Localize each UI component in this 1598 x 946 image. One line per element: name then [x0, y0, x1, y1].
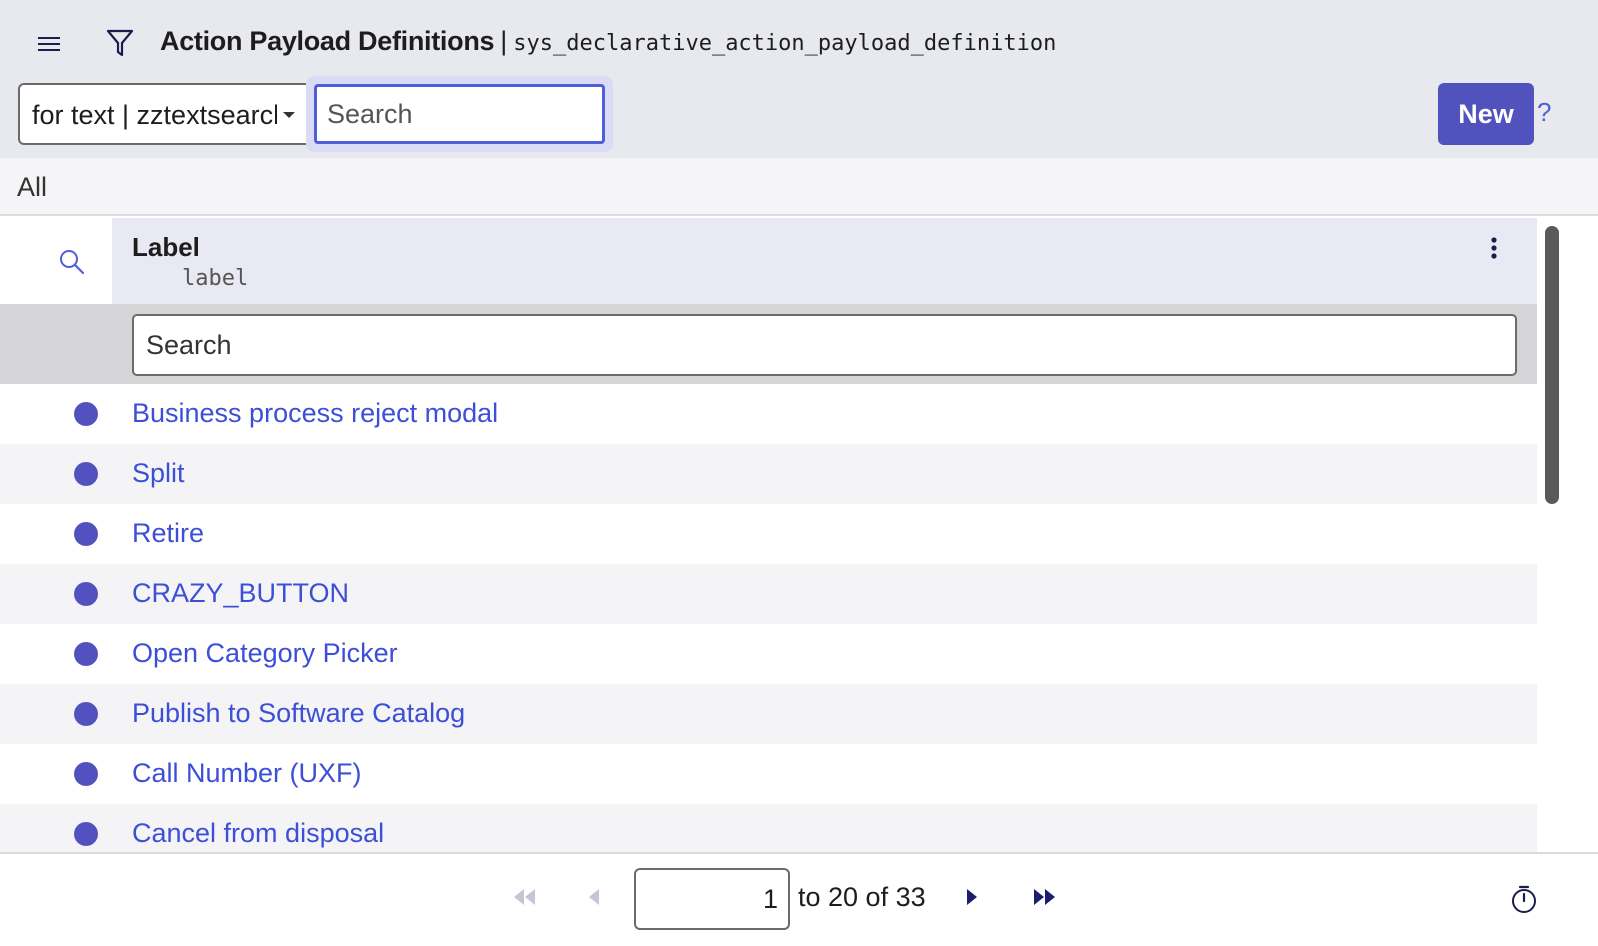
record-dot-icon[interactable]: [74, 762, 98, 786]
record-link[interactable]: Open Category Picker: [132, 638, 398, 669]
search-focus-ring: [306, 76, 613, 152]
breadcrumb-bar: All: [0, 158, 1598, 216]
chevron-left-icon[interactable]: [584, 886, 604, 908]
record-link[interactable]: Publish to Software Catalog: [132, 698, 465, 729]
column-header-row: Label label: [0, 218, 1537, 304]
new-button[interactable]: New: [1438, 83, 1534, 145]
record-dot-icon[interactable]: [74, 462, 98, 486]
record-dot-icon[interactable]: [74, 702, 98, 726]
stopwatch-icon[interactable]: [1508, 882, 1540, 916]
double-chevron-right-icon[interactable]: [1030, 886, 1060, 908]
table-row: CRAZY_BUTTON: [0, 564, 1537, 624]
record-dot-icon[interactable]: [74, 582, 98, 606]
table-row: Call Number (UXF): [0, 744, 1537, 804]
record-link[interactable]: Cancel from disposal: [132, 818, 384, 849]
table-row: Open Category Picker: [0, 624, 1537, 684]
page-range-text: to 20 of 33: [798, 882, 926, 912]
record-link[interactable]: Call Number (UXF): [132, 758, 362, 789]
column-search-input[interactable]: [132, 314, 1517, 376]
table-row: Business process reject modal: [0, 384, 1537, 444]
record-dot-icon[interactable]: [74, 642, 98, 666]
pagination-bar: to 20 of 33: [0, 852, 1598, 946]
breadcrumb[interactable]: All: [17, 172, 47, 203]
magnifier-icon[interactable]: [58, 248, 86, 276]
list-title[interactable]: Action Payload Definitions: [160, 26, 495, 57]
column-filter-row: [0, 304, 1537, 384]
caret-down-icon: [283, 112, 295, 118]
scrollbar[interactable]: [1539, 218, 1598, 852]
search-input[interactable]: [314, 84, 605, 144]
table-name: sys_declarative_action_payload_definitio…: [513, 31, 1057, 56]
record-link[interactable]: Business process reject modal: [132, 398, 498, 429]
page-number-input[interactable]: [634, 868, 790, 930]
scrollbar-thumb[interactable]: [1545, 226, 1559, 504]
column-search-toggle[interactable]: [0, 218, 112, 304]
funnel-filter-icon[interactable]: [104, 26, 136, 60]
double-chevron-left-icon[interactable]: [510, 886, 538, 908]
help-link[interactable]: ?: [1537, 97, 1551, 128]
search-field-select[interactable]: for text | zztextsearchyh: [18, 83, 311, 145]
record-link[interactable]: Split: [132, 458, 185, 489]
table-row: Retire: [0, 504, 1537, 564]
column-field-name: label: [182, 266, 249, 291]
table-row: Cancel from disposal: [0, 804, 1537, 852]
record-dot-icon[interactable]: [74, 522, 98, 546]
list-header: Action Payload Definitions | sys_declara…: [0, 0, 1598, 158]
title-separator: |: [500, 26, 508, 56]
hamburger-menu-icon[interactable]: [34, 30, 64, 58]
page-title: Action Payload Definitions | sys_declara…: [160, 26, 1056, 62]
record-link[interactable]: Retire: [132, 518, 204, 549]
record-link[interactable]: CRAZY_BUTTON: [132, 578, 349, 609]
column-header-label[interactable]: Label label: [112, 218, 1537, 304]
table-row: Split: [0, 444, 1537, 504]
record-list: Business process reject modal Split Reti…: [0, 384, 1537, 852]
record-dot-icon[interactable]: [74, 822, 98, 846]
column-label[interactable]: Label: [132, 232, 200, 263]
chevron-right-icon[interactable]: [962, 886, 982, 908]
record-dot-icon[interactable]: [74, 402, 98, 426]
vertical-ellipsis-icon[interactable]: [1482, 234, 1506, 262]
search-field-select-value: for text | zztextsearchyh: [32, 100, 277, 130]
table-row: Publish to Software Catalog: [0, 684, 1537, 744]
